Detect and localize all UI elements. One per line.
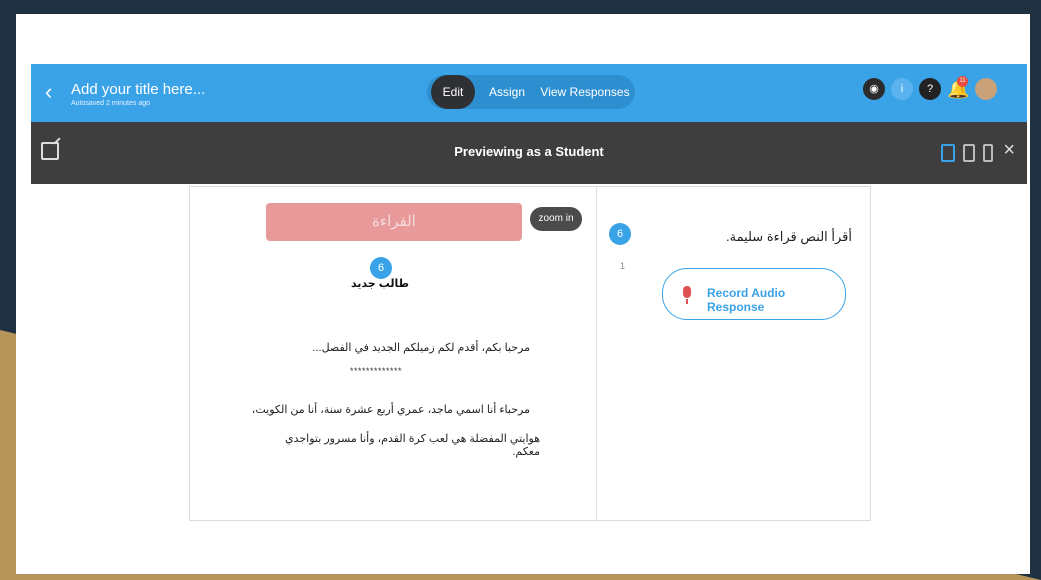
media-number-badge: 6 — [370, 257, 392, 279]
tab-view-responses[interactable]: View Responses — [537, 75, 633, 109]
zoom-in-button[interactable]: zoom in — [530, 207, 582, 231]
preview-title: Previewing as a Student — [454, 144, 604, 159]
notification-badge: 11 — [957, 76, 968, 87]
panel-divider — [596, 187, 597, 520]
tab-edit[interactable]: Edit — [431, 75, 475, 109]
question-number-badge: 6 — [609, 223, 631, 245]
tablet-view-icon[interactable] — [963, 144, 975, 162]
passage-line: هوايتي المفضلة هي لعب كرة القدم، وأنا مس… — [284, 433, 540, 458]
passage-line: مرحباء أنا اسمي ماجد، عمري أربع عشرة سنة… — [251, 404, 530, 416]
microphone-icon — [683, 286, 691, 304]
question-instruction: أقرأ النص قراءة سليمة. — [725, 229, 852, 244]
page-title[interactable]: Add your title here... — [71, 81, 205, 98]
close-icon[interactable]: × — [1003, 139, 1015, 161]
tab-assign[interactable]: Assign — [479, 75, 535, 109]
record-audio-button[interactable]: Record Audio Response — [662, 268, 846, 320]
desktop-view-icon[interactable] — [941, 144, 955, 162]
read-button[interactable]: القراءة — [266, 203, 522, 241]
avatar[interactable] — [975, 78, 997, 100]
question-index: 1 — [620, 261, 626, 271]
passage-line: مرحبا بكم، أقدم لكم زميلكم الجديد في الف… — [312, 342, 530, 354]
preview-bar: Previewing as a Student × — [31, 122, 1027, 184]
app-header: ‹ Add your title here... Autosaved 2 min… — [31, 64, 1027, 122]
back-chevron-icon[interactable]: ‹ — [45, 80, 63, 104]
eye-icon[interactable]: ◉ — [863, 78, 885, 100]
phone-view-icon[interactable] — [983, 144, 993, 162]
record-audio-label: Record Audio Response — [707, 286, 786, 314]
passage-separator: ************* — [350, 366, 403, 376]
mode-tabs: Edit Assign View Responses — [427, 75, 635, 109]
autosave-status: Autosaved 2 minutes ago — [71, 100, 150, 107]
header-icons: ◉ i ? 🔔 11 — [853, 76, 1013, 108]
help-icon[interactable]: ? — [919, 78, 941, 100]
passage-heading: طالب جديد — [350, 278, 410, 290]
preview-card: القراءة zoom in 6 طالب جديد مرحبا بكم، أ… — [189, 186, 871, 521]
info-icon[interactable]: i — [891, 78, 913, 100]
